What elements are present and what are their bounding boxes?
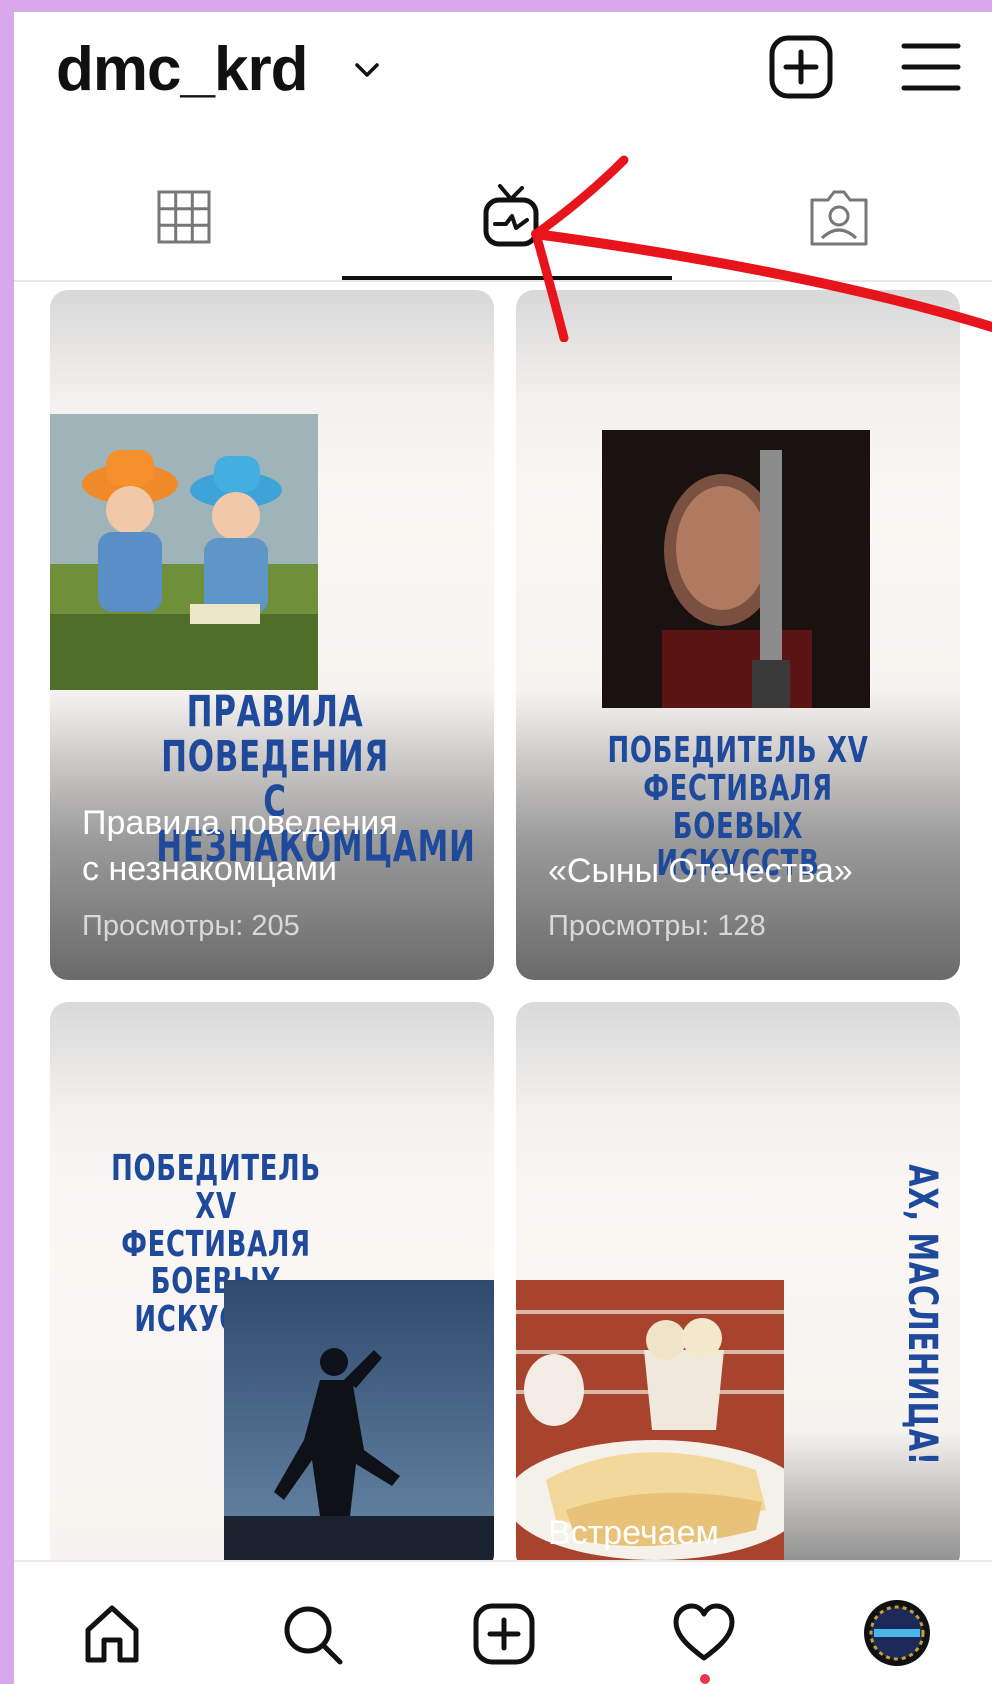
igtv-icon[interactable] [476, 182, 546, 252]
igtv-video-card[interactable]: ПРАВИЛА ПОВЕДЕНИЯ С НЕЗНАКОМЦАМИ Правила… [50, 290, 494, 980]
children-reading-photo [50, 414, 318, 690]
phone-screen: dmc_krd ПРАВИЛА ПОВЕДЕНИЯ С НЕЗНАКОМЦАМИ… [14, 12, 992, 1684]
igtv-video-card[interactable]: АХ, МАСЛЕНИЦА! Встречаем [516, 1002, 960, 1572]
grid-icon[interactable] [149, 182, 219, 252]
chevron-down-icon[interactable] [354, 60, 380, 80]
video-title: Правила поведения с незнакомцами [82, 804, 398, 888]
martial-artist-silhouette-photo [224, 1280, 494, 1572]
heart-icon[interactable] [672, 1602, 736, 1666]
plus-square-icon[interactable] [768, 34, 834, 100]
video-title: Встречаем [548, 1514, 719, 1552]
bottom-navigation [14, 1560, 992, 1684]
hamburger-menu-icon[interactable] [900, 38, 962, 96]
plus-square-icon[interactable] [472, 1602, 536, 1666]
account-username[interactable]: dmc_krd [56, 34, 308, 105]
igtv-video-card[interactable]: ПОБЕДИТЕЛЬ XV ФЕСТИВАЛЯ БОЕВЫХ ИСКУССТВ … [516, 290, 960, 980]
home-icon[interactable] [80, 1602, 144, 1666]
top-bar: dmc_krd [14, 12, 992, 122]
notification-dot [700, 1674, 710, 1684]
man-with-sword-photo [602, 430, 870, 708]
view-count: Просмотры: 205 [82, 910, 300, 942]
tagged-person-icon[interactable] [804, 182, 874, 252]
profile-tabs [14, 162, 992, 282]
poster-headline: АХ, МАСЛЕНИЦА! [899, 1164, 945, 1466]
active-tab-indicator [342, 276, 672, 280]
search-icon[interactable] [280, 1602, 344, 1666]
igtv-video-card[interactable]: ПОБЕДИТЕЛЬ XV ФЕСТИВАЛЯ БОЕВЫХ ИСКУССТВ [50, 1002, 494, 1572]
profile-avatar-icon[interactable] [862, 1598, 932, 1668]
video-title: «Сыны Отечества» [548, 852, 853, 890]
view-count: Просмотры: 128 [548, 910, 766, 942]
